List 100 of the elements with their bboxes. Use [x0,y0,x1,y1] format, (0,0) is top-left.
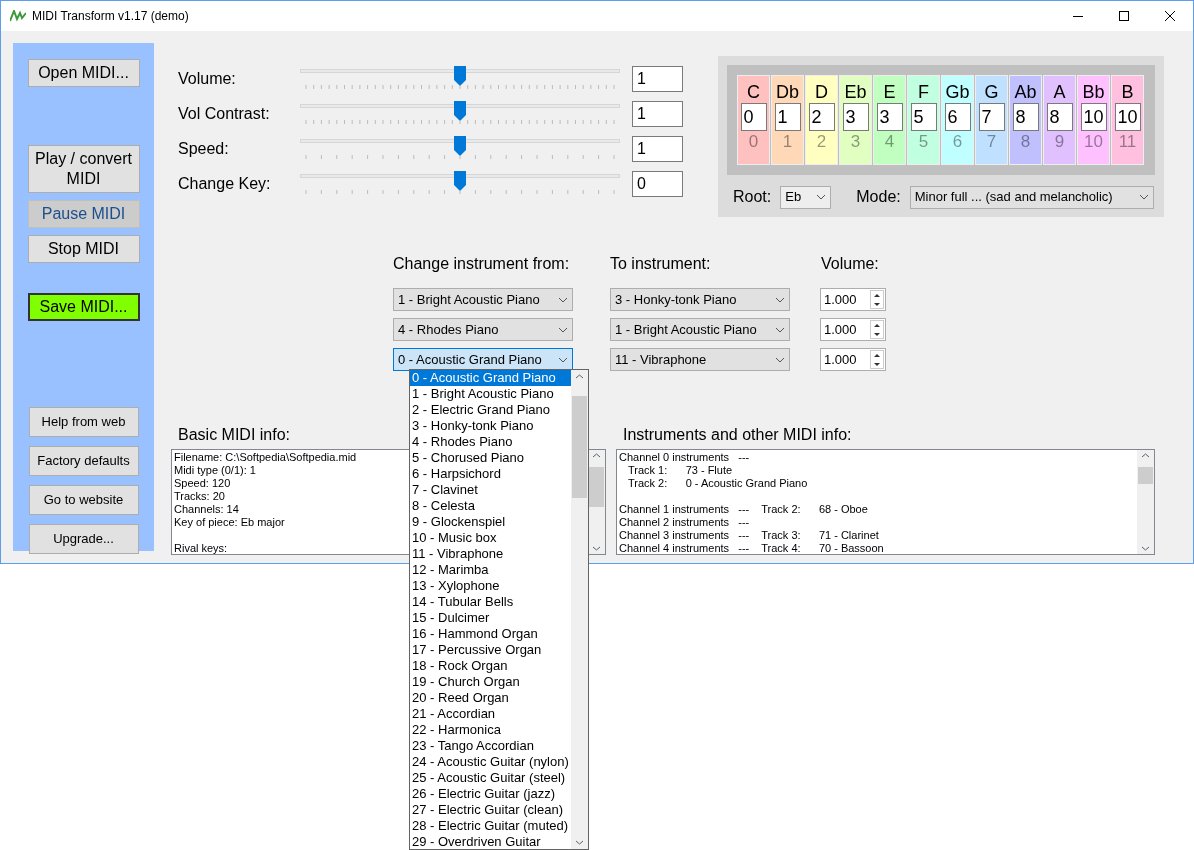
side-button[interactable]: Factory defaults [28,446,139,476]
side-button[interactable]: Help from web [28,407,139,437]
value-field[interactable]: 0 [632,170,683,197]
value-field[interactable]: 1 [632,100,683,127]
list-item[interactable]: 29 - Overdriven Guitar [410,834,571,850]
list-item[interactable]: 21 - Accordian [410,706,571,722]
note-field[interactable]: 3 [876,103,903,131]
note-field[interactable]: 1 [774,103,801,131]
list-item[interactable]: 1 - Bright Acoustic Piano [410,386,571,402]
list-item[interactable]: 28 - Electric Guitar (muted) [410,818,571,834]
side-button[interactable]: Play / convert MIDI [27,145,140,193]
note-name: Db [776,82,799,102]
to-instrument-dropdown[interactable]: 11 - Vibraphone [610,348,790,371]
value-field[interactable]: 1 [632,135,683,162]
list-item[interactable]: 8 - Celesta [410,498,571,514]
note-field[interactable]: 7 [978,103,1005,131]
volume-spinner[interactable]: 1.000 [820,288,886,311]
root-dropdown[interactable]: Eb [780,185,832,209]
list-item[interactable]: 18 - Rock Organ [410,658,571,674]
note-field[interactable]: 8 [1012,103,1039,131]
list-item[interactable]: 12 - Marimba [410,562,571,578]
note-name: Bb [1082,82,1105,102]
from-instrument-dropdown[interactable]: 4 - Rhodes Piano [393,318,573,341]
list-item[interactable]: 24 - Acoustic Guitar (nylon) [410,754,571,770]
list-item[interactable]: 15 - Dulcimer [410,610,571,626]
note-field[interactable]: 8 [1046,103,1073,131]
scroll-down-icon[interactable] [592,546,601,551]
slider-thumb[interactable] [454,170,466,191]
scrollbar[interactable] [571,370,588,849]
note-name: A [1053,82,1066,102]
instrument-dropdown-menu[interactable] [409,369,589,850]
slider-thumb[interactable] [454,65,466,86]
note-field[interactable]: 6 [944,103,971,131]
note-field[interactable]: 0 [740,103,767,131]
list-item[interactable]: 25 - Acoustic Guitar (steel) [410,770,571,786]
app-logo-icon [10,10,26,22]
scrollbar[interactable] [1137,450,1154,554]
side-button[interactable]: Upgrade... [28,524,139,554]
scroll-thumb[interactable] [572,396,587,498]
scroll-up-icon[interactable] [1141,453,1150,458]
scroll-up-icon[interactable] [592,453,601,458]
note-field[interactable]: 10 [1080,103,1107,131]
list-item[interactable]: 6 - Harpsichord [410,466,571,482]
slider[interactable] [300,65,620,92]
scroll-up-icon[interactable] [575,374,584,379]
degree-number: 1 [782,131,793,153]
value-field[interactable]: 1 [632,65,683,92]
list-item[interactable]: 5 - Chorused Piano [410,450,571,466]
list-item[interactable]: 13 - Xylophone [410,578,571,594]
side-button[interactable]: Open MIDI... [27,59,140,87]
to-instrument-dropdown[interactable]: 3 - Honky-tonk Piano [610,288,790,311]
list-item[interactable]: 7 - Clavinet [410,482,571,498]
info-line: Channels: 14 [174,503,239,516]
slider[interactable] [300,135,620,162]
note-name: E [883,82,896,102]
scroll-down-icon[interactable] [1141,546,1150,551]
instruments-info-box[interactable] [616,449,1155,555]
list-item[interactable]: 27 - Electric Guitar (clean) [410,802,571,818]
list-item[interactable]: 3 - Honky-tonk Piano [410,418,571,434]
from-instrument-dropdown[interactable]: 0 - Acoustic Grand Piano [393,348,573,371]
note-field[interactable]: 10 [1114,103,1141,131]
info-line: Speed: 120 [174,477,231,490]
list-item[interactable]: 19 - Church Organ [410,674,571,690]
list-item[interactable]: 14 - Tubular Bells [410,594,571,610]
mode-dropdown[interactable]: Minor full ... (sad and melancholic) [909,185,1154,209]
list-item[interactable]: 9 - Glockenspiel [410,514,571,530]
section-title: Basic MIDI info: [178,425,291,445]
slider-thumb[interactable] [454,135,466,156]
scroll-thumb[interactable] [1138,467,1153,484]
list-item[interactable]: 22 - Harmonica [410,722,571,738]
list-item[interactable]: 26 - Electric Guitar (jazz) [410,786,571,802]
slider[interactable] [300,100,620,127]
list-item[interactable]: 20 - Reed Organ [410,690,571,706]
list-item[interactable]: 0 - Acoustic Grand Piano [410,370,571,386]
side-button[interactable]: Save MIDI... [27,293,140,321]
from-instrument-dropdown[interactable]: 1 - Bright Acoustic Piano [393,288,573,311]
side-button[interactable]: Go to website [28,485,139,515]
volume-spinner[interactable]: 1.000 [820,318,886,341]
list-item[interactable]: 2 - Electric Grand Piano [410,402,571,418]
degree-number: 11 [1118,131,1137,153]
volume-spinner[interactable]: 1.000 [820,348,886,371]
list-item[interactable]: 23 - Tango Accordian [410,738,571,754]
note-field[interactable]: 2 [808,103,835,131]
scroll-down-icon[interactable] [575,840,584,845]
slider-label: Speed: [178,138,230,159]
slider[interactable] [300,170,620,197]
degree-number: 6 [952,131,963,153]
list-item[interactable]: 4 - Rhodes Piano [410,434,571,450]
note-field[interactable]: 5 [910,103,937,131]
to-instrument-dropdown[interactable]: 1 - Bright Acoustic Piano [610,318,790,341]
list-item[interactable]: 10 - Music box [410,530,571,546]
degree-number: 7 [986,131,997,153]
slider-thumb[interactable] [454,100,466,121]
list-item[interactable]: 16 - Hammond Organ [410,626,571,642]
scroll-thumb[interactable] [589,467,604,507]
list-item[interactable]: 17 - Percussive Organ [410,642,571,658]
chevron-down-icon [558,326,568,333]
side-button[interactable]: Stop MIDI [27,235,140,263]
side-button[interactable]: Pause MIDI [27,200,140,228]
note-field[interactable]: 3 [842,103,869,131]
